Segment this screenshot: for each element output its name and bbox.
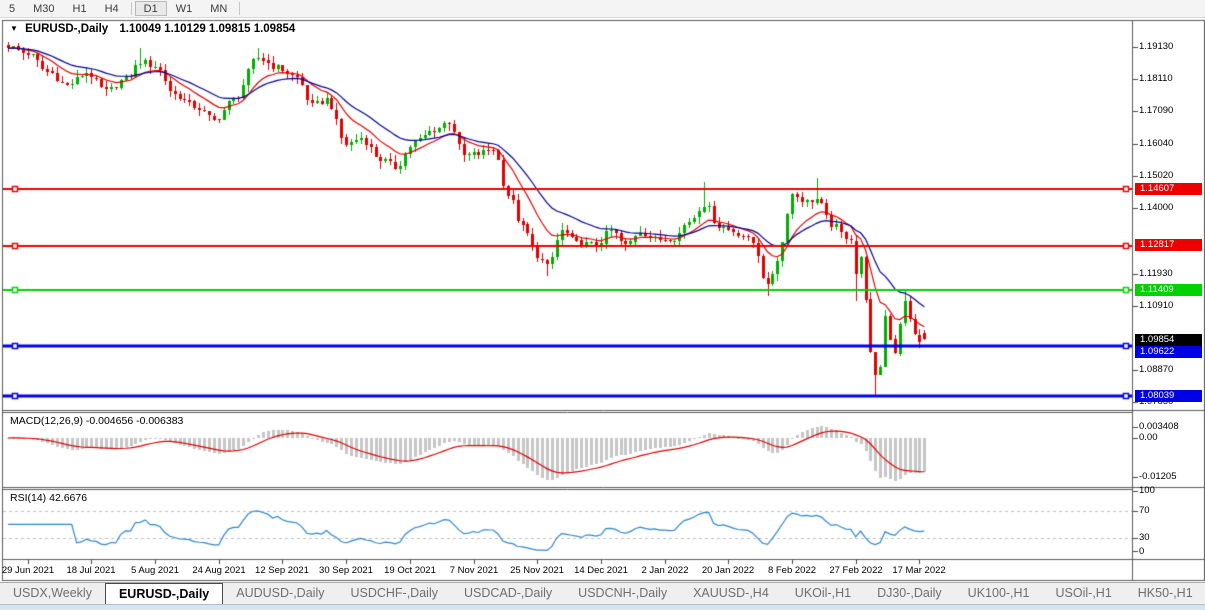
- macd-name: MACD(12,26,9): [10, 415, 83, 427]
- rsi-axis-tick: 70: [1139, 505, 1150, 516]
- rsi-name: RSI(14): [10, 492, 46, 504]
- date-tick: 17 Mar 2022: [882, 565, 956, 576]
- price-tick: 1.16040: [1139, 138, 1173, 149]
- tab-usdcad-daily[interactable]: USDCAD-,Daily: [451, 583, 565, 605]
- chart-tab-bar: USDX,Weekly EURUSD-,Daily AUDUSD-,Daily …: [0, 582, 1205, 605]
- chart-title: ▼ EURUSD-,Daily 1.10049 1.10129 1.09815 …: [10, 23, 295, 35]
- price-tick: 1.19130: [1139, 41, 1173, 52]
- date-tick: 30 Sep 2021: [309, 565, 383, 576]
- timeframe-toolbar: 5 M30 H1 H4 D1 W1 MN: [0, 0, 1205, 18]
- tab-usoil-h1[interactable]: USOil-,H1: [1043, 583, 1125, 605]
- macd-title: MACD(12,26,9) -0.004656 -0.006383: [10, 415, 183, 427]
- date-tick: 18 Jul 2021: [54, 565, 128, 576]
- chart-canvas[interactable]: [0, 0, 1205, 582]
- tf-button-m30[interactable]: M30: [24, 1, 63, 16]
- tab-audusd-daily[interactable]: AUDUSD-,Daily: [223, 583, 337, 605]
- date-tick: 5 Aug 2021: [118, 565, 192, 576]
- level-price-chip: 1.11409: [1135, 284, 1202, 296]
- tf-button-w1[interactable]: W1: [167, 1, 202, 16]
- price-tick: 1.18110: [1139, 73, 1173, 84]
- tf-button-d1[interactable]: D1: [135, 1, 167, 16]
- rsi-axis-tick: 100: [1139, 485, 1155, 496]
- date-tick: 19 Oct 2021: [373, 565, 447, 576]
- tab-usdchf-daily[interactable]: USDCHF-,Daily: [337, 583, 451, 605]
- rsi-value: 42.6676: [49, 492, 87, 504]
- tf-button-h1[interactable]: H1: [64, 1, 96, 16]
- macd-axis-tick: -0.01205: [1139, 471, 1177, 482]
- chart-ohlc-values: 1.10049 1.10129 1.09815 1.09854: [119, 23, 295, 35]
- tab-uk100-h1[interactable]: UK100-,H1: [955, 583, 1043, 605]
- chart-symbol-label: EURUSD-,Daily: [25, 23, 108, 35]
- chart-dropdown-icon[interactable]: ▼: [10, 24, 18, 33]
- rsi-axis-tick: 30: [1139, 532, 1150, 543]
- price-tick: 1.14000: [1139, 202, 1173, 213]
- tf-button-m5[interactable]: 5: [0, 1, 24, 16]
- macd-axis-tick: 0.003408: [1139, 421, 1179, 432]
- level-price-chip: 1.08039: [1135, 390, 1202, 402]
- macd-values: -0.004656 -0.006383: [86, 415, 184, 427]
- current-price-chip: 1.09854: [1135, 334, 1202, 346]
- mt4-window: 5 M30 H1 H4 D1 W1 MN ▼ EURUSD-,Daily 1.1…: [0, 0, 1205, 610]
- tab-ukoil-h1[interactable]: UKOil-,H1: [782, 583, 864, 605]
- tab-usdx-weekly[interactable]: USDX,Weekly: [0, 583, 105, 605]
- toolbar-separator: [131, 2, 132, 15]
- tf-button-h4[interactable]: H4: [96, 1, 128, 16]
- macd-axis-tick: 0.00: [1139, 432, 1158, 443]
- tab-usdcnh-daily[interactable]: USDCNH-,Daily: [565, 583, 680, 605]
- date-tick: 20 Jan 2022: [691, 565, 765, 576]
- tab-hk50-h1[interactable]: HK50-,H1: [1125, 583, 1205, 605]
- tab-dj30-daily[interactable]: DJ30-,Daily: [864, 583, 955, 605]
- rsi-axis-tick: 0: [1139, 546, 1144, 557]
- date-tick: 8 Feb 2022: [755, 565, 829, 576]
- price-tick: 1.15020: [1139, 170, 1173, 181]
- toolbar-separator: [239, 2, 240, 15]
- tab-eurusd-daily[interactable]: EURUSD-,Daily: [105, 583, 223, 605]
- status-bar: [0, 604, 1205, 610]
- tab-xauusd-h4[interactable]: XAUUSD-,H4: [680, 583, 782, 605]
- date-tick: 25 Nov 2021: [500, 565, 574, 576]
- price-tick: 1.17090: [1139, 105, 1173, 116]
- level-price-chip: 1.12817: [1135, 239, 1202, 251]
- price-tick: 1.11930: [1139, 268, 1173, 279]
- level-price-chip: 1.14607: [1135, 183, 1202, 195]
- rsi-title: RSI(14) 42.6676: [10, 492, 87, 504]
- date-tick: 14 Dec 2021: [564, 565, 638, 576]
- tf-button-mn[interactable]: MN: [201, 1, 236, 16]
- price-tick: 1.08870: [1139, 364, 1173, 375]
- date-tick: 12 Sep 2021: [245, 565, 319, 576]
- price-tick: 1.10910: [1139, 300, 1173, 311]
- level-price-chip: 1.09622: [1135, 346, 1202, 358]
